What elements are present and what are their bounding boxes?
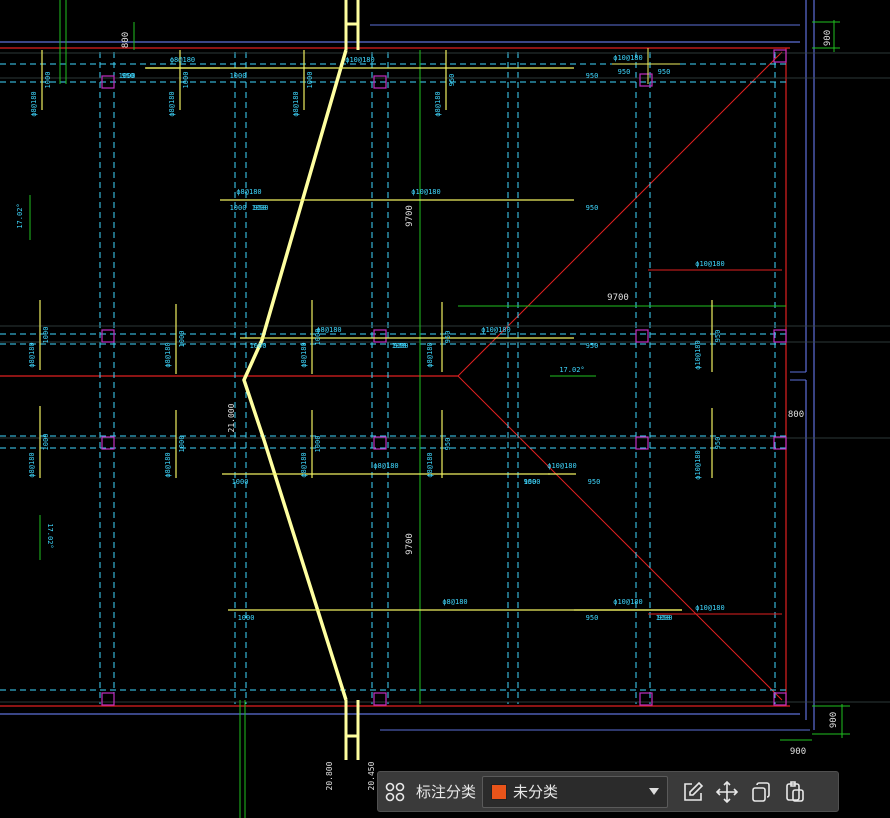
rebar-length: 950 bbox=[586, 72, 599, 80]
rebar-label: ϕ8@180 bbox=[426, 452, 434, 477]
rebar-label: ϕ8@180 bbox=[300, 452, 308, 477]
column-mark bbox=[101, 329, 115, 343]
dimension-text: 800 bbox=[121, 32, 131, 48]
rebar-label: ϕ8@180 bbox=[164, 452, 172, 477]
rebar-label: ϕ8@180 bbox=[28, 342, 36, 367]
category-color-swatch bbox=[491, 783, 508, 800]
rebar-length: 950 bbox=[714, 330, 722, 343]
rebar-label: ϕ10@180 bbox=[547, 462, 577, 470]
rebar-length: 950 bbox=[444, 438, 452, 451]
rebar-length: 950 bbox=[394, 342, 407, 350]
column-mark bbox=[635, 436, 649, 450]
column-mark bbox=[101, 692, 115, 706]
rebar-length: 950 bbox=[658, 68, 671, 76]
column-mark bbox=[773, 49, 787, 63]
rebar-label: ϕ8@180 bbox=[300, 342, 308, 367]
dimension-text: 900 bbox=[823, 30, 833, 46]
rebar-length: 1000 bbox=[250, 342, 267, 350]
column-mark bbox=[635, 329, 649, 343]
column-mark bbox=[101, 436, 115, 450]
elevation-label: 20.450 bbox=[367, 761, 376, 790]
column-mark bbox=[373, 329, 387, 343]
rebar-length: 1000 bbox=[230, 72, 247, 80]
rebar-label: ϕ10@180 bbox=[481, 326, 511, 334]
rebar-length: 950 bbox=[448, 74, 456, 87]
rebar-length: 950 bbox=[714, 437, 722, 450]
rebar-length: 1000 bbox=[314, 436, 322, 453]
rebar-length: 1000 bbox=[42, 434, 50, 451]
rebar-length: 1000 bbox=[182, 72, 190, 89]
paste-icon[interactable] bbox=[778, 775, 812, 809]
drawing-annotations: ϕ8@180 1000 1000 ϕ8@180 1000 1000 ϕ8@180 1000 10… bbox=[16, 30, 839, 791]
rebar-length: 1000 bbox=[238, 614, 255, 622]
rebar-label: ϕ10@180 bbox=[695, 604, 725, 612]
rebar-label: ϕ8@180 bbox=[442, 598, 467, 606]
category-value: 未分类 bbox=[513, 783, 559, 801]
rebar-length: 950 bbox=[254, 204, 267, 212]
rebar-label: ϕ8@180 bbox=[168, 91, 176, 116]
section-cut-line bbox=[242, 49, 348, 701]
rebar-label: ϕ10@180 bbox=[613, 598, 643, 606]
slope-label: 17.02° bbox=[559, 366, 584, 374]
rebar-label: ϕ8@180 bbox=[164, 342, 172, 367]
drawing-grid bbox=[0, 0, 890, 818]
rebar-label: ϕ10@180 bbox=[694, 450, 702, 480]
column-mark bbox=[373, 436, 387, 450]
rebar-label: ϕ8@180 bbox=[426, 342, 434, 367]
copy-icon[interactable] bbox=[744, 775, 778, 809]
category-label: 标注分类 bbox=[416, 783, 477, 801]
column-mark bbox=[773, 436, 787, 450]
edit-icon[interactable] bbox=[676, 775, 710, 809]
rebar-label: ϕ8@180 bbox=[236, 188, 261, 196]
dimension-text: 900 bbox=[829, 712, 839, 728]
ridge-line bbox=[457, 375, 783, 701]
annotation-toolbar: 标注分类 未分类 bbox=[377, 771, 839, 812]
rebar-length: 950 bbox=[586, 204, 599, 212]
rebar-length: 950 bbox=[122, 72, 135, 80]
column-mark bbox=[773, 692, 787, 706]
category-select[interactable]: 未分类 bbox=[482, 775, 669, 808]
rebar-length: 950 bbox=[444, 331, 452, 344]
rebar-length: 1000 bbox=[44, 72, 52, 89]
rebar-label: ϕ10@180 bbox=[694, 340, 702, 370]
rebar-length: 950 bbox=[524, 478, 537, 486]
slope-label: 17.02° bbox=[16, 203, 24, 228]
cad-drawing-canvas[interactable]: ϕ8@180 1000 1000 ϕ8@180 1000 1000 ϕ8@180 1000 10… bbox=[0, 0, 890, 818]
dimension-text: 800 bbox=[788, 410, 804, 420]
rebar-label: ϕ10@180 bbox=[345, 56, 375, 64]
span-label: 9700 bbox=[405, 205, 415, 227]
rebar-label: ϕ8@180 bbox=[28, 452, 36, 477]
rebar-length: 1000 bbox=[42, 327, 50, 344]
rebar-length: 1000 bbox=[178, 331, 186, 348]
rebar-length: 1000 bbox=[178, 436, 186, 453]
rebar-length: 1000 bbox=[230, 204, 247, 212]
rebar-label: ϕ8@180 bbox=[434, 91, 442, 116]
rebar-label: ϕ8@180 bbox=[292, 91, 300, 116]
span-label: 9700 bbox=[405, 533, 415, 555]
rebar-length: 950 bbox=[588, 478, 601, 486]
rebar-length: 950 bbox=[658, 614, 671, 622]
rebar-label: ϕ10@180 bbox=[411, 188, 441, 196]
rebar-length: 1000 bbox=[314, 329, 322, 346]
rebar-length: 1000 bbox=[306, 72, 314, 89]
rebar-label: ϕ10@180 bbox=[613, 54, 643, 62]
chevron-down-icon bbox=[649, 788, 660, 795]
column-mark bbox=[773, 329, 787, 343]
rebar-label: ϕ8@180 bbox=[30, 91, 38, 116]
grid-icon[interactable] bbox=[378, 775, 412, 809]
rebar-length: 950 bbox=[586, 614, 599, 622]
dimension-text: 900 bbox=[790, 747, 806, 757]
move-icon[interactable] bbox=[710, 775, 744, 809]
rebar-length: 950 bbox=[586, 342, 599, 350]
rebar-label: ϕ8@180 bbox=[373, 462, 398, 470]
column-mark bbox=[373, 692, 387, 706]
elevation-label: 20.800 bbox=[325, 761, 334, 790]
elevation-label: 21.000 bbox=[227, 403, 236, 432]
rebar-length: 950 bbox=[618, 68, 631, 76]
slope-label: 17.02° bbox=[46, 523, 54, 548]
rebar-label: ϕ10@180 bbox=[695, 260, 725, 268]
span-label: 9700 bbox=[607, 293, 629, 303]
rebar-label: ϕ8@180 bbox=[170, 56, 195, 64]
rebar-length: 1000 bbox=[232, 478, 249, 486]
